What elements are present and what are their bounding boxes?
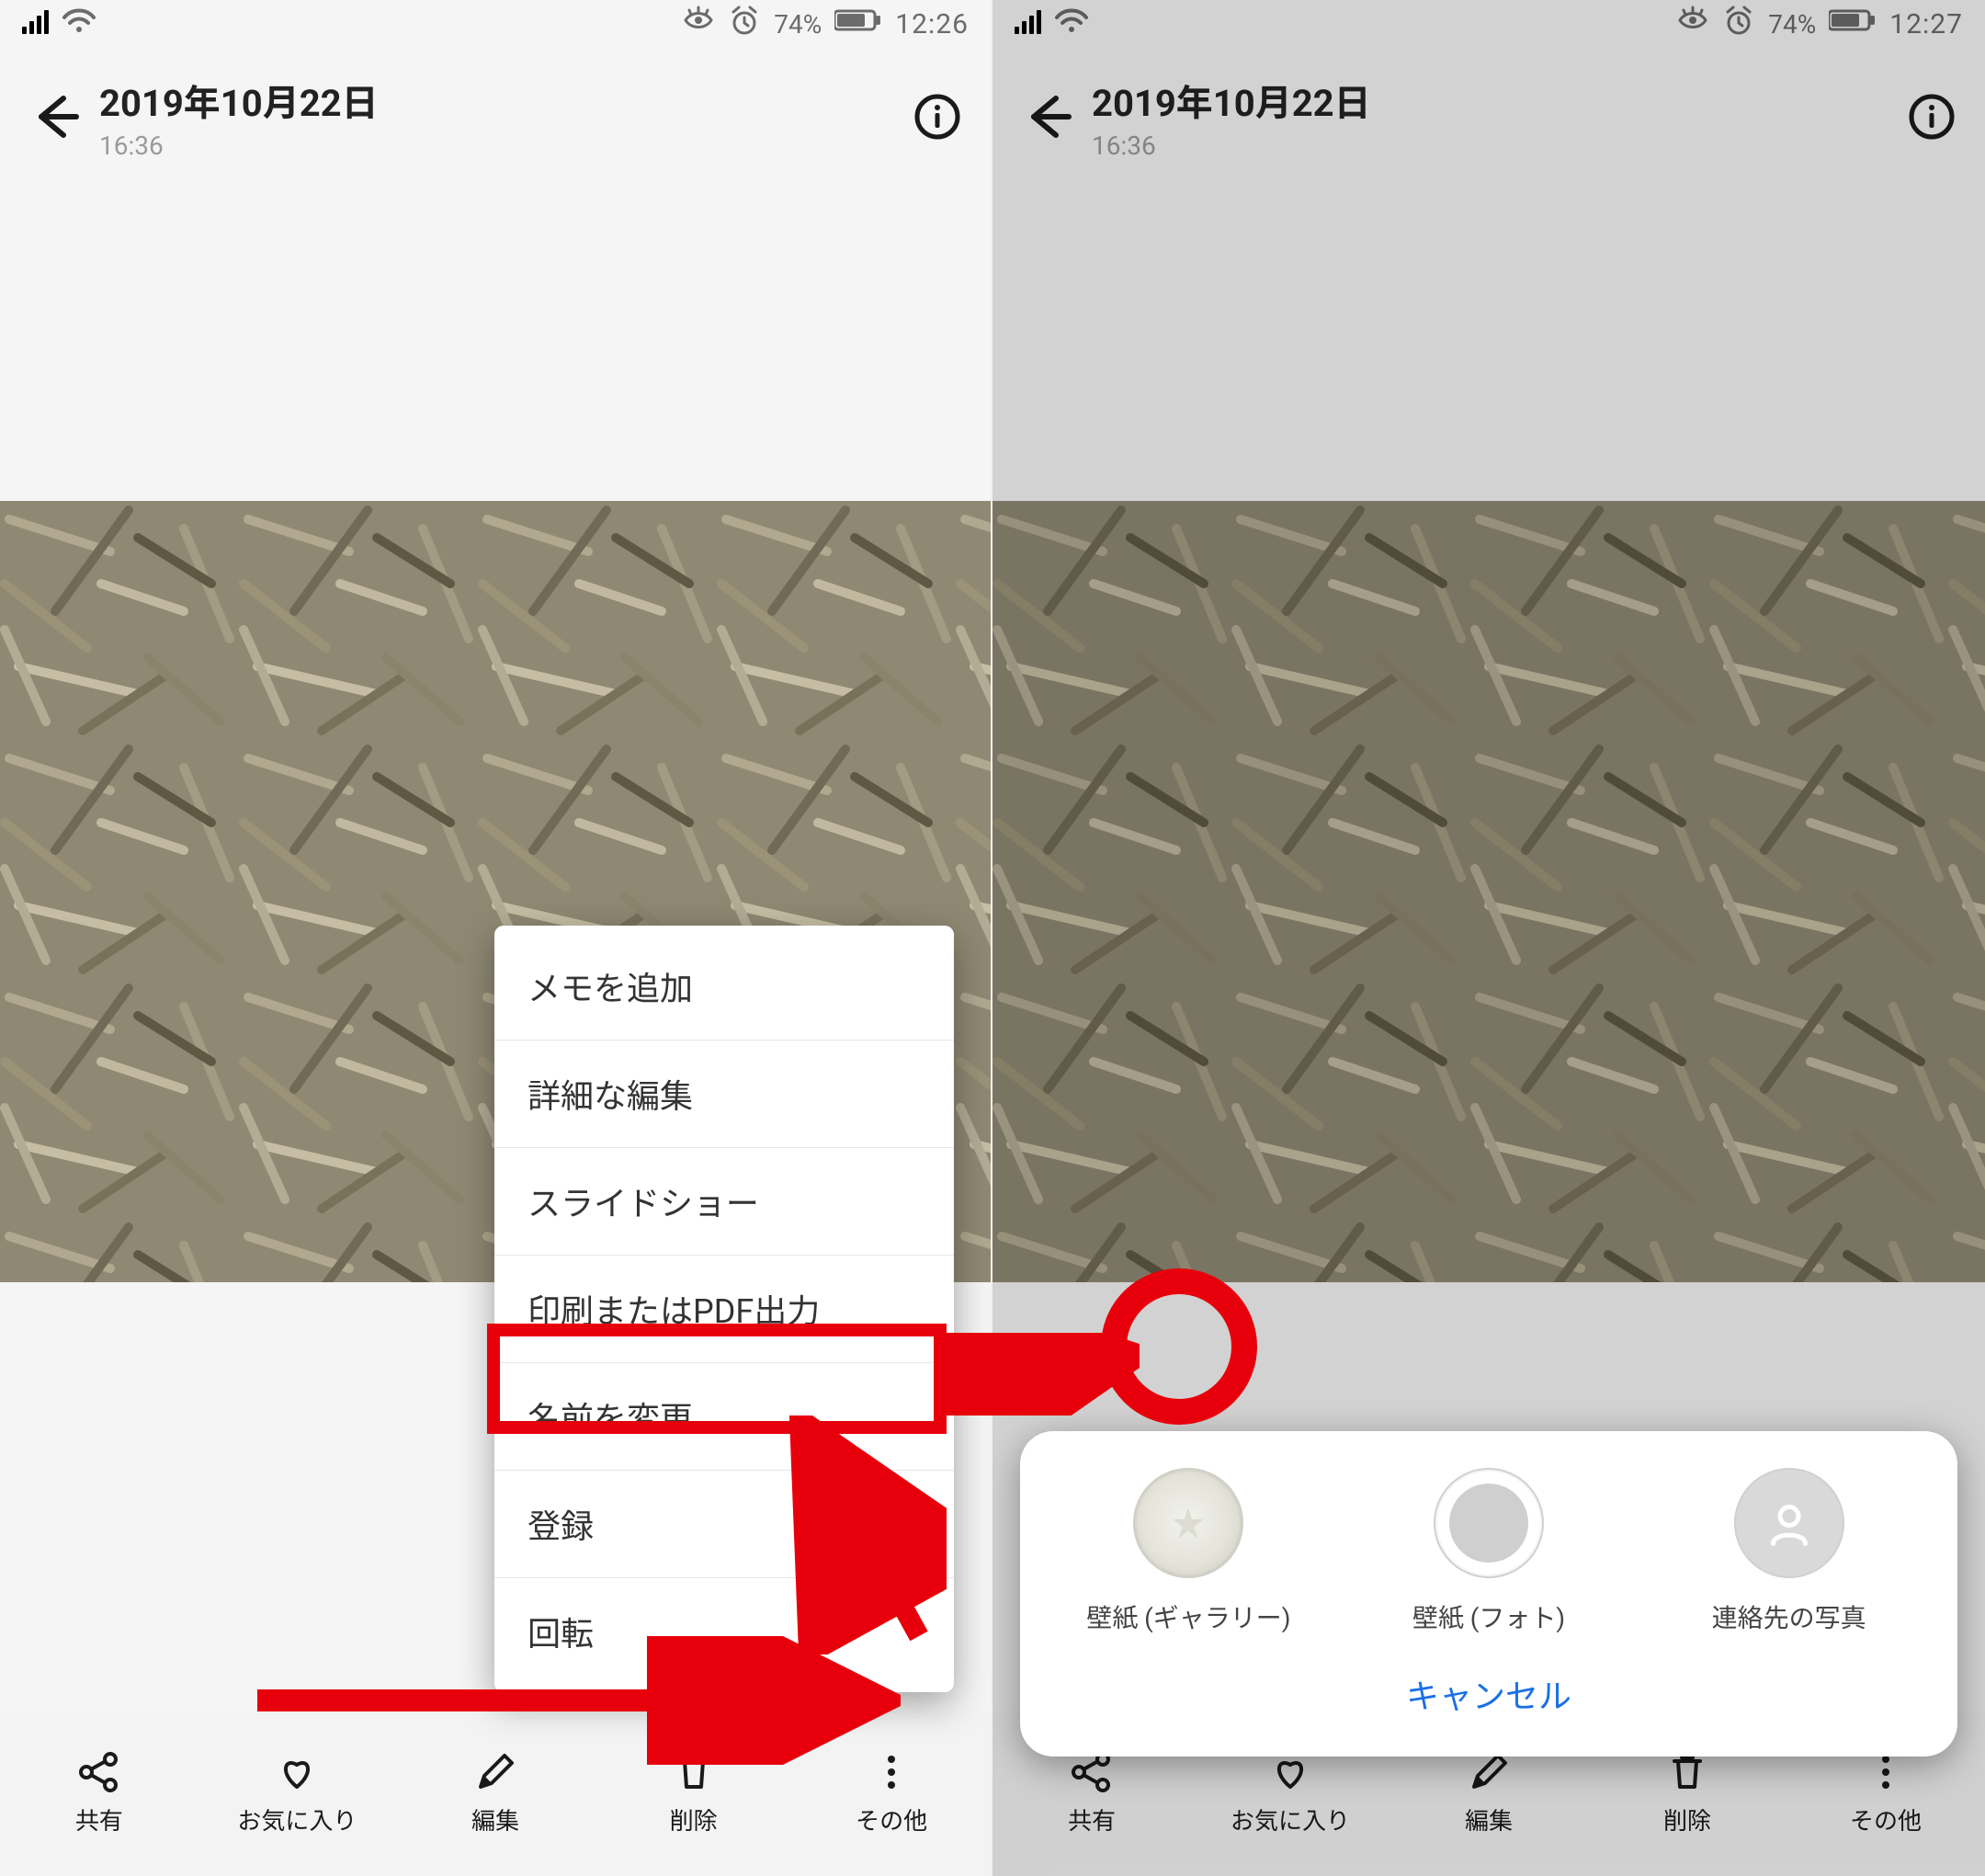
trash-icon xyxy=(1665,1751,1709,1793)
wifi-icon xyxy=(62,6,96,41)
menu-set-as[interactable]: 登録 xyxy=(494,1471,954,1578)
battery-icon xyxy=(834,6,882,42)
menu-rotate[interactable]: 回転 xyxy=(494,1578,954,1685)
wallpaper-photos-icon xyxy=(1434,1468,1544,1578)
header: 2019年10月22日 16:36 xyxy=(992,48,1985,186)
status-bar: 74% 12:27 xyxy=(992,0,1985,48)
battery-percent: 74% xyxy=(774,9,822,40)
status-time: 12:27 xyxy=(1889,8,1963,40)
option-wallpaper-gallery[interactable]: 壁紙 (ギャラリー) xyxy=(1038,1468,1339,1635)
option-wallpaper-photos[interactable]: 壁紙 (フォト) xyxy=(1339,1468,1639,1635)
contact-photo-icon xyxy=(1734,1468,1844,1578)
tool-favorite[interactable]: お気に入り xyxy=(198,1711,397,1876)
wifi-icon xyxy=(1055,6,1088,41)
tool-share[interactable]: 共有 xyxy=(0,1711,198,1876)
signal-icon xyxy=(22,6,50,41)
sheet-cancel-button[interactable]: キャンセル xyxy=(1038,1635,1939,1757)
tool-more[interactable]: その他 xyxy=(792,1711,991,1876)
trash-icon xyxy=(672,1751,716,1793)
wallpaper-gallery-icon xyxy=(1133,1468,1243,1578)
menu-slideshow[interactable]: スライドショー xyxy=(494,1148,954,1256)
pencil-icon xyxy=(1467,1751,1511,1793)
eyecare-icon xyxy=(1676,6,1709,42)
back-button[interactable] xyxy=(26,89,90,144)
tool-delete[interactable]: 削除 xyxy=(595,1711,793,1876)
heart-icon xyxy=(275,1751,319,1793)
eyecare-icon xyxy=(682,6,715,42)
header-time: 16:36 xyxy=(1092,131,1904,161)
screen-left: 74% 12:26 2019年10月22日 16:36 メモを追加 詳細な編集 … xyxy=(0,0,992,1876)
menu-rename[interactable]: 名前を変更 xyxy=(494,1363,954,1471)
heart-icon xyxy=(1268,1751,1312,1793)
battery-percent: 74% xyxy=(1768,9,1816,40)
alarm-icon xyxy=(728,5,761,43)
dots-icon xyxy=(1864,1751,1908,1793)
battery-icon xyxy=(1829,6,1877,42)
header: 2019年10月22日 16:36 xyxy=(0,48,991,186)
share-icon xyxy=(77,1751,121,1793)
photo-viewer[interactable] xyxy=(992,501,1985,1282)
option-label: 壁紙 (フォト) xyxy=(1412,1598,1565,1635)
screen-right: 74% 12:27 2019年10月22日 16:36 共有 お気に入り xyxy=(992,0,1985,1876)
header-date: 2019年10月22日 xyxy=(1092,74,1904,127)
header-time: 16:36 xyxy=(99,131,910,161)
info-button[interactable] xyxy=(1904,89,1959,144)
back-button[interactable] xyxy=(1018,89,1083,144)
set-as-sheet: 壁紙 (ギャラリー) 壁紙 (フォト) 連絡先の写真 キャンセル xyxy=(1020,1431,1957,1757)
alarm-icon xyxy=(1722,5,1755,43)
status-bar: 74% 12:26 xyxy=(0,0,991,48)
bottom-toolbar: 共有 お気に入り 編集 削除 その他 xyxy=(0,1711,991,1876)
more-menu-popover: メモを追加 詳細な編集 スライドショー 印刷またはPDF出力 名前を変更 登録 … xyxy=(494,926,954,1692)
menu-advanced-edit[interactable]: 詳細な編集 xyxy=(494,1040,954,1148)
tool-edit[interactable]: 編集 xyxy=(396,1711,595,1876)
share-icon xyxy=(1070,1751,1114,1793)
menu-print-pdf[interactable]: 印刷またはPDF出力 xyxy=(494,1256,954,1363)
status-time: 12:26 xyxy=(895,8,969,40)
header-date: 2019年10月22日 xyxy=(99,74,910,127)
annotation-highlight-ring xyxy=(1101,1268,1257,1425)
menu-add-memo[interactable]: メモを追加 xyxy=(494,933,954,1040)
info-button[interactable] xyxy=(910,89,965,144)
option-label: 壁紙 (ギャラリー) xyxy=(1086,1598,1290,1635)
dots-icon xyxy=(869,1751,913,1793)
pencil-icon xyxy=(473,1751,517,1793)
signal-icon xyxy=(1015,6,1042,41)
option-contact-photo[interactable]: 連絡先の写真 xyxy=(1639,1468,1939,1635)
option-label: 連絡先の写真 xyxy=(1712,1598,1866,1635)
